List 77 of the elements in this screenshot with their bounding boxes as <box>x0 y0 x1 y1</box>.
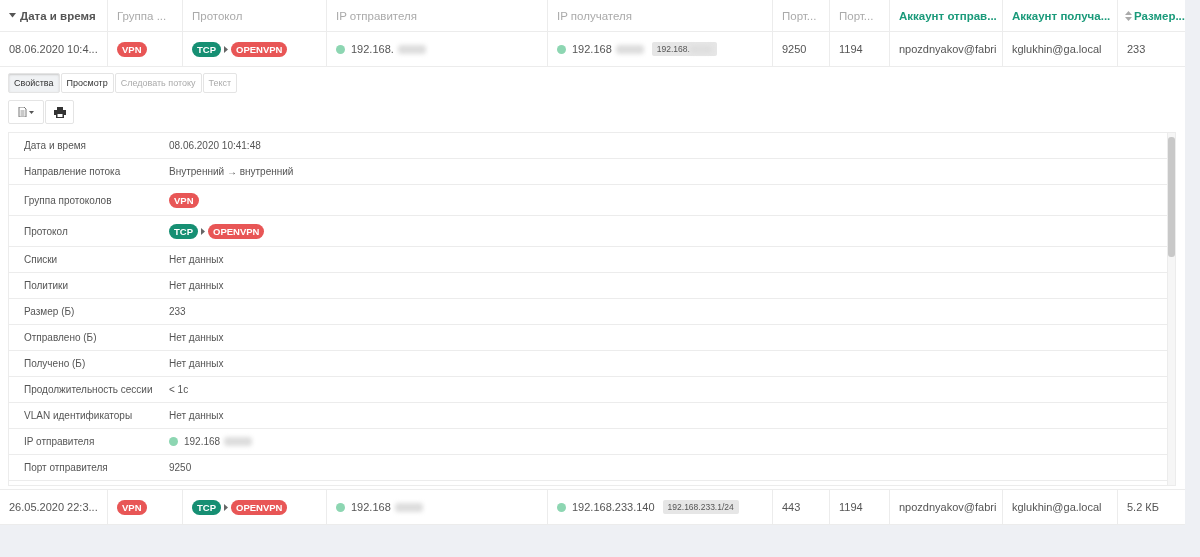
property-value: Внутренний → внутренний <box>169 166 294 177</box>
subnet-address: 192.168.233.1/24 <box>667 502 734 512</box>
property-label: Протокол <box>24 225 69 237</box>
status-dot <box>557 44 566 54</box>
scrollbar[interactable] <box>1167 133 1175 485</box>
group-tag: VPN <box>117 41 147 57</box>
subnet-address: 192.168. <box>656 44 690 54</box>
property-value: 08.06.2020 10:41:48 <box>169 140 261 151</box>
property-label: Политики <box>24 280 70 291</box>
chevron-icon <box>201 227 205 235</box>
status-dot <box>557 502 566 512</box>
property-label: Порт отправителя <box>24 462 109 473</box>
property-label: Отправлено (Б) <box>24 332 98 343</box>
protocol-tag: TCP <box>192 41 221 57</box>
table-cell: 9250 <box>782 43 807 55</box>
property-label: IP отправителя <box>24 436 96 447</box>
property-label: Дата и время <box>24 140 87 151</box>
sort-icon[interactable] <box>1125 10 1132 21</box>
chevron-icon <box>224 45 228 53</box>
table-cell: 1194 <box>839 501 863 513</box>
column-header[interactable]: Аккаунт отправ... <box>899 9 997 22</box>
column-header[interactable]: Протокол <box>192 9 243 22</box>
ip-address: 192.168 <box>572 43 612 55</box>
column-header[interactable]: Порт... <box>839 9 874 22</box>
property-label: Группа протоколов <box>24 194 113 206</box>
ip-address: 192.168 <box>351 501 391 513</box>
protocol-tag: OPENVPN <box>208 223 265 239</box>
protocol-tag: TCP <box>169 223 198 239</box>
property-value: 9250 <box>169 462 192 473</box>
print-button[interactable] <box>45 100 74 124</box>
property-value: Нет данных <box>169 254 224 265</box>
column-header[interactable]: IP получателя <box>557 9 632 22</box>
table-cell: 1194 <box>839 43 863 55</box>
property-label: Получено (Б) <box>24 358 87 369</box>
status-dot <box>336 44 345 54</box>
property-value: Нет данных <box>169 280 224 291</box>
column-header[interactable]: Аккаунт получа... <box>1012 9 1111 22</box>
ip-address: 192.168 <box>184 436 221 447</box>
ip-address: 192.168. <box>351 43 394 55</box>
group-tag: VPN <box>117 499 147 515</box>
table-cell: kglukhin@ga.local <box>1012 43 1102 55</box>
chevron-icon <box>224 503 228 511</box>
protocol-tag: TCP <box>192 499 221 515</box>
property-label: Размер (Б) <box>24 306 76 317</box>
document-caret-icon <box>18 107 34 117</box>
table-cell: 443 <box>782 501 801 513</box>
protocol-tag: OPENVPN <box>231 499 288 515</box>
column-header[interactable]: Группа ... <box>117 9 167 22</box>
property-label: Списки <box>24 254 59 265</box>
table-cell: 08.06.2020 10:4... <box>9 43 98 55</box>
column-header[interactable]: Порт... <box>782 9 817 22</box>
column-header[interactable]: IP отправителя <box>336 9 417 22</box>
property-value: 233 <box>169 306 186 317</box>
property-label: Направление потока <box>24 166 122 177</box>
property-label: Продолжительность сессии <box>24 384 154 395</box>
ip-address: 192.168.233.140 <box>572 501 655 513</box>
table-cell: npozdnyakov@fabri <box>899 43 997 55</box>
sort-desc-icon[interactable] <box>9 13 16 18</box>
status-dot <box>169 437 178 446</box>
protocol-tag: OPENVPN <box>231 41 288 57</box>
property-label: VLAN идентификаторы <box>24 410 134 421</box>
property-value: Нет данных <box>169 332 224 343</box>
table-cell: 5.2 КБ <box>1127 501 1159 513</box>
protocol-tag: VPN <box>169 192 199 208</box>
table-cell: 233 <box>1127 43 1146 55</box>
tab[interactable]: Просмотр <box>60 73 114 93</box>
status-dot <box>336 502 345 512</box>
table-cell: kglukhin@ga.local <box>1012 501 1102 513</box>
column-header[interactable]: Дата и время <box>20 9 96 22</box>
property-value: Нет данных <box>169 410 224 421</box>
tab[interactable]: Свойства <box>8 73 60 93</box>
print-icon <box>53 106 66 118</box>
property-value: Нет данных <box>169 358 224 369</box>
table-cell: npozdnyakov@fabri <box>899 501 997 513</box>
column-header[interactable]: Размер... <box>1134 9 1185 22</box>
property-value: < 1с <box>169 384 189 395</box>
table-cell: 26.05.2020 22:3... <box>9 501 98 513</box>
